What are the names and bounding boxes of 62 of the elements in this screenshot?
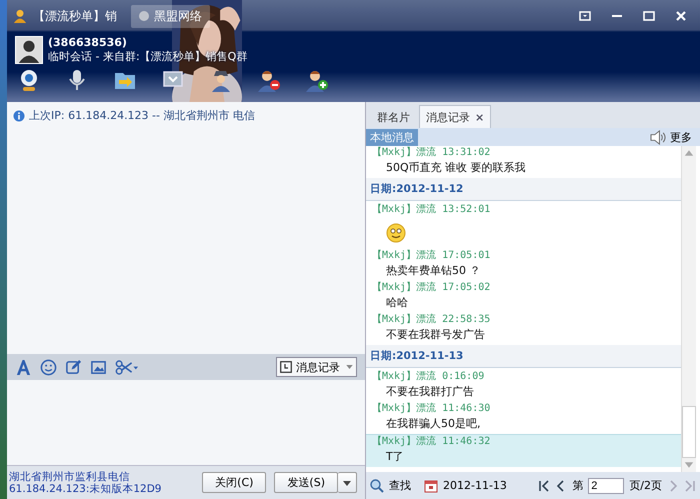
font-icon[interactable] bbox=[15, 358, 32, 376]
image-icon[interactable] bbox=[90, 358, 107, 376]
menu-icon bbox=[579, 10, 591, 22]
send-options-button[interactable] bbox=[338, 472, 357, 493]
message-text: T了 bbox=[385, 449, 405, 465]
date-separator: 日期:2012-11-12 bbox=[366, 178, 681, 201]
panel-tab[interactable]: 群名片 bbox=[370, 105, 417, 128]
location-text: 湖北省荆州市监利县电信 bbox=[9, 470, 131, 482]
message-header: 【Mxkj】漂流 17:05:01 bbox=[372, 249, 492, 263]
version-text: 61.184.24.123:未知版本12D9 bbox=[9, 482, 162, 494]
smiley-icon[interactable] bbox=[40, 358, 57, 376]
window-title: 【漂流秒单】销 bbox=[33, 8, 117, 24]
user-icon bbox=[13, 9, 27, 23]
message-header: 【Mxkj】漂流 11:46:30 bbox=[372, 402, 492, 416]
date-separator: 日期:2012-11-13 bbox=[366, 345, 681, 368]
message-header: 【Mxkj】漂流 13:52:01 bbox=[372, 203, 492, 217]
speaker-icon[interactable] bbox=[650, 130, 667, 144]
scrollbar[interactable] bbox=[681, 146, 696, 472]
edit-icon[interactable] bbox=[65, 358, 82, 376]
contact-number: (386638536) bbox=[48, 36, 128, 50]
last-ip-text: 上次IP: 61.184.24.123 -- 湖北省荆州市 电信 bbox=[29, 108, 255, 123]
page-count: 页/2页 bbox=[629, 478, 662, 493]
scroll-thumb[interactable] bbox=[682, 406, 696, 458]
more-link[interactable]: 更多 bbox=[670, 130, 692, 144]
maximize-icon bbox=[643, 10, 655, 22]
minimize-icon bbox=[612, 15, 622, 17]
search-link[interactable]: 查找 bbox=[389, 478, 411, 493]
history-dropdown[interactable]: 消息记录 bbox=[276, 357, 357, 377]
message-header: 【Mxkj】漂流 22:58:35 bbox=[372, 313, 492, 327]
close-icon bbox=[675, 10, 687, 22]
message-header: 【Mxkj】漂流 13:31:02 bbox=[372, 146, 492, 160]
message-header: 【Mxkj】漂流 17:05:02 bbox=[372, 281, 492, 295]
message-text: 不要在我群号发广告 bbox=[385, 327, 486, 343]
clock-icon bbox=[280, 361, 292, 373]
person-hat-icon[interactable] bbox=[209, 68, 233, 92]
panel-tab[interactable]: 消息记录 × bbox=[419, 105, 492, 128]
page-prefix: 第 bbox=[572, 478, 584, 493]
send-button[interactable]: 发送(S) bbox=[274, 472, 338, 493]
smiley-emoji-icon bbox=[386, 223, 406, 243]
message-text: 50Q币直充 谁收 要的联系我 bbox=[385, 160, 527, 176]
message-text: 哈哈 bbox=[385, 295, 409, 311]
group-tab[interactable]: 黑盟网络 bbox=[131, 4, 210, 28]
scissors-icon[interactable] bbox=[115, 358, 139, 376]
close-chat-button[interactable]: 关闭(C) bbox=[202, 472, 266, 493]
message-text: 在我群骗人50是吧, bbox=[385, 416, 482, 432]
calendar-icon[interactable] bbox=[424, 478, 438, 492]
add-person-icon[interactable] bbox=[305, 68, 329, 92]
message-input[interactable] bbox=[7, 380, 365, 465]
caret-icon bbox=[346, 365, 353, 369]
info-icon bbox=[13, 110, 25, 122]
message-header: 【Mxkj】漂流 11:46:32 bbox=[372, 435, 492, 449]
message-header: 【Mxkj】漂流 0:16:09 bbox=[372, 370, 486, 384]
message-text: 热卖年费单钻50 ？ bbox=[385, 263, 482, 279]
date-text[interactable]: 2012-11-13 bbox=[443, 479, 507, 492]
message-text: 不要在我群打广告 bbox=[385, 384, 475, 400]
remove-person-icon[interactable] bbox=[257, 68, 281, 92]
search-icon[interactable] bbox=[370, 478, 384, 492]
page-field[interactable]: 2 bbox=[588, 478, 624, 494]
close-icon[interactable]: × bbox=[475, 110, 484, 124]
avatar[interactable] bbox=[15, 36, 43, 64]
caret-icon bbox=[343, 481, 351, 486]
first-page-icon[interactable] bbox=[538, 480, 550, 492]
